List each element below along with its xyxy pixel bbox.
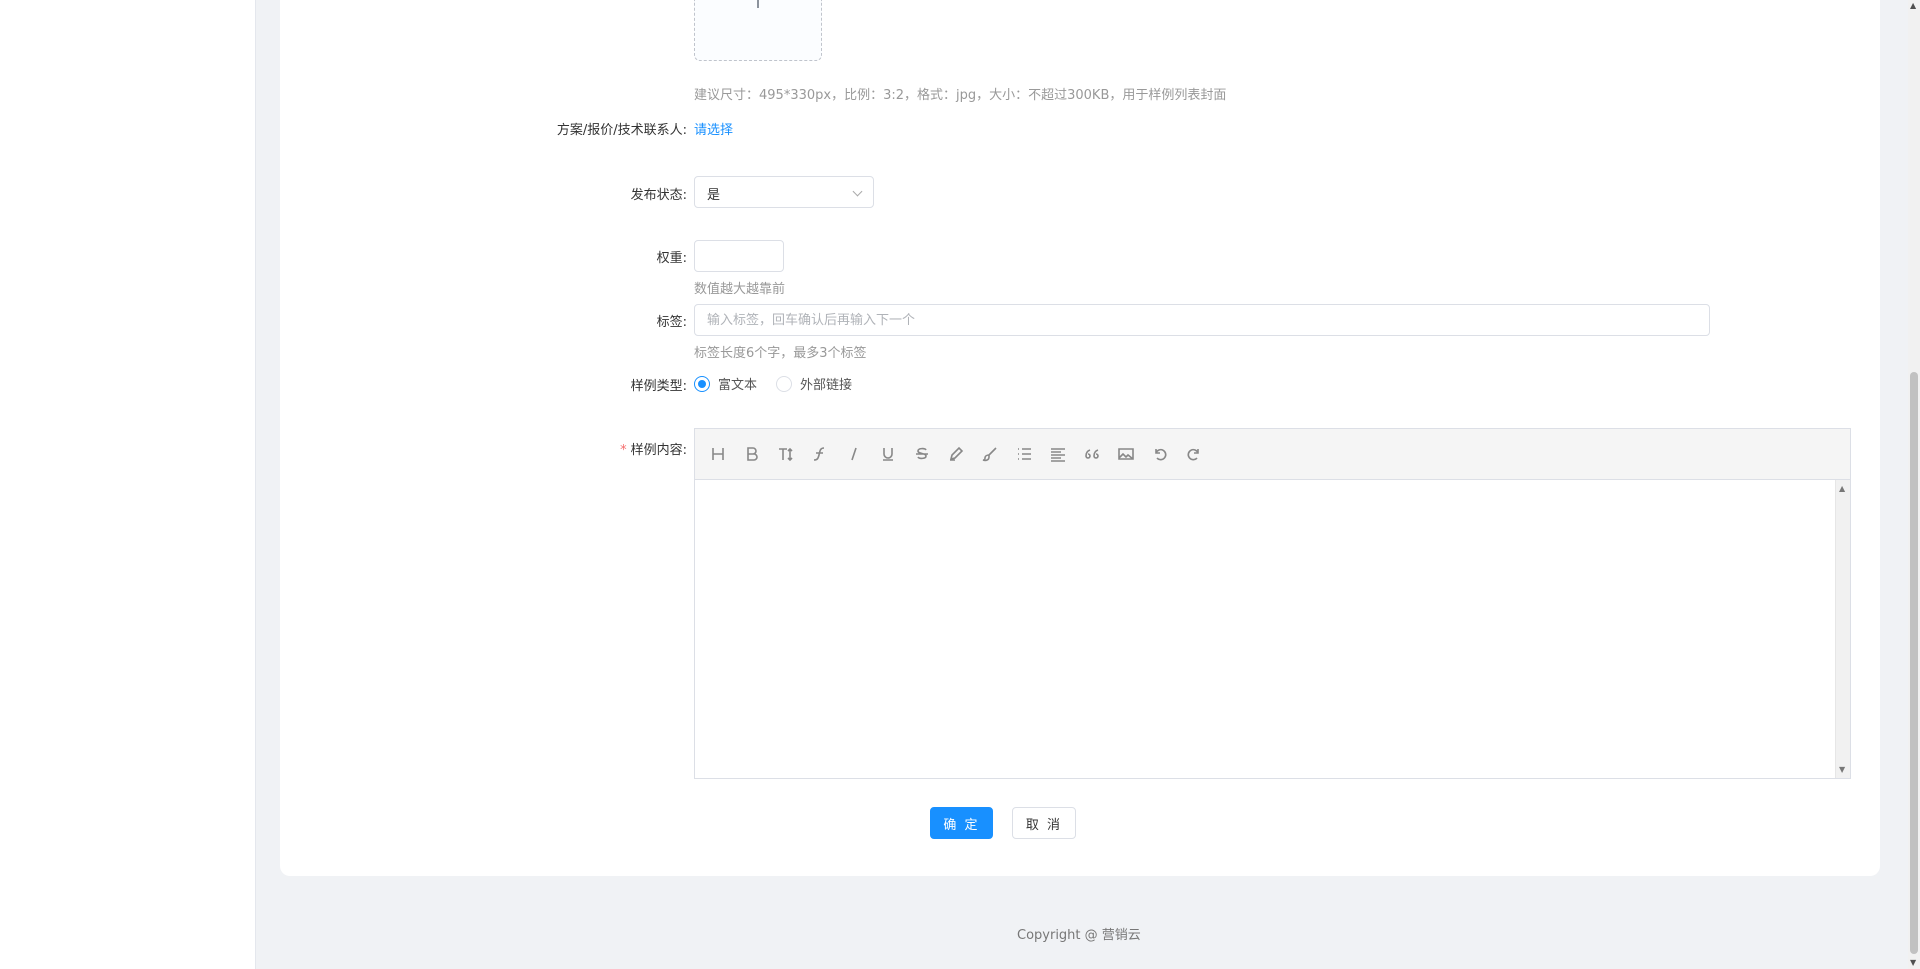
publish-status-label: 发布状态: (630, 188, 687, 203)
required-mark: * (620, 443, 627, 458)
radio-rich-text[interactable]: 富文本 (694, 374, 757, 393)
sidebar (0, 0, 256, 969)
editor-scrollbar[interactable]: ▲ ▼ (1835, 480, 1850, 778)
upload-hint: 建议尺寸：495*330px，比例：3:2，格式：jpg，大小：不超过300KB… (694, 88, 1227, 103)
publish-status-value: 是 (707, 188, 721, 203)
weight-hint: 数值越大越靠前 (694, 282, 786, 297)
background-color-icon[interactable] (979, 443, 1001, 465)
tags-input[interactable] (694, 304, 1710, 336)
font-family-icon[interactable] (809, 443, 831, 465)
page-scrollbar[interactable]: ▲ ▼ (1908, 0, 1920, 969)
list-icon[interactable] (1013, 443, 1035, 465)
plus-icon (757, 0, 759, 8)
cancel-button[interactable]: 取 消 (1012, 807, 1076, 839)
scroll-down-icon[interactable]: ▼ (1910, 959, 1916, 967)
bold-icon[interactable] (741, 443, 763, 465)
image-icon[interactable] (1115, 443, 1137, 465)
chevron-down-icon (852, 186, 863, 197)
undo-icon[interactable] (1149, 443, 1171, 465)
editor-toolbar (695, 429, 1850, 480)
align-icon[interactable] (1047, 443, 1069, 465)
weight-input[interactable] (694, 240, 784, 272)
font-size-icon[interactable] (775, 443, 797, 465)
tags-label: 标签: (656, 315, 687, 330)
italic-icon[interactable] (843, 443, 865, 465)
confirm-button[interactable]: 确 定 (930, 807, 993, 839)
scroll-up-icon[interactable]: ▲ (1839, 484, 1845, 493)
tags-hint: 标签长度6个字，最多3个标签 (694, 346, 867, 361)
scrollbar-thumb[interactable] (1910, 372, 1918, 954)
radio-external-link-label: 外部链接 (800, 378, 853, 393)
redo-icon[interactable] (1183, 443, 1205, 465)
contact-label: 方案/报价/技术联系人: (556, 123, 687, 138)
weight-label: 权重: (656, 251, 687, 266)
heading-icon[interactable] (707, 443, 729, 465)
quote-icon[interactable] (1081, 443, 1103, 465)
editor-content-area[interactable] (695, 480, 1835, 778)
cover-upload-box[interactable] (694, 0, 822, 61)
scroll-down-icon[interactable]: ▼ (1839, 765, 1845, 774)
sample-type-label: 样例类型: (630, 379, 687, 394)
strikethrough-icon[interactable] (911, 443, 933, 465)
radio-checked-icon (694, 375, 710, 392)
text-color-icon[interactable] (945, 443, 967, 465)
radio-unchecked-icon (776, 375, 792, 392)
scroll-up-icon[interactable]: ▲ (1910, 2, 1916, 10)
rich-text-editor: ▲ ▼ (694, 428, 1851, 779)
content-label: * 样例内容: (620, 439, 687, 458)
radio-rich-text-label: 富文本 (718, 378, 758, 393)
copyright-footer: Copyright @ 营销云 (1017, 928, 1141, 943)
radio-external-link[interactable]: 外部链接 (776, 374, 852, 393)
content-label-text: 样例内容: (630, 443, 687, 458)
publish-status-select[interactable]: 是 (694, 176, 874, 208)
underline-icon[interactable] (877, 443, 899, 465)
contact-select-link[interactable]: 请选择 (694, 119, 733, 138)
